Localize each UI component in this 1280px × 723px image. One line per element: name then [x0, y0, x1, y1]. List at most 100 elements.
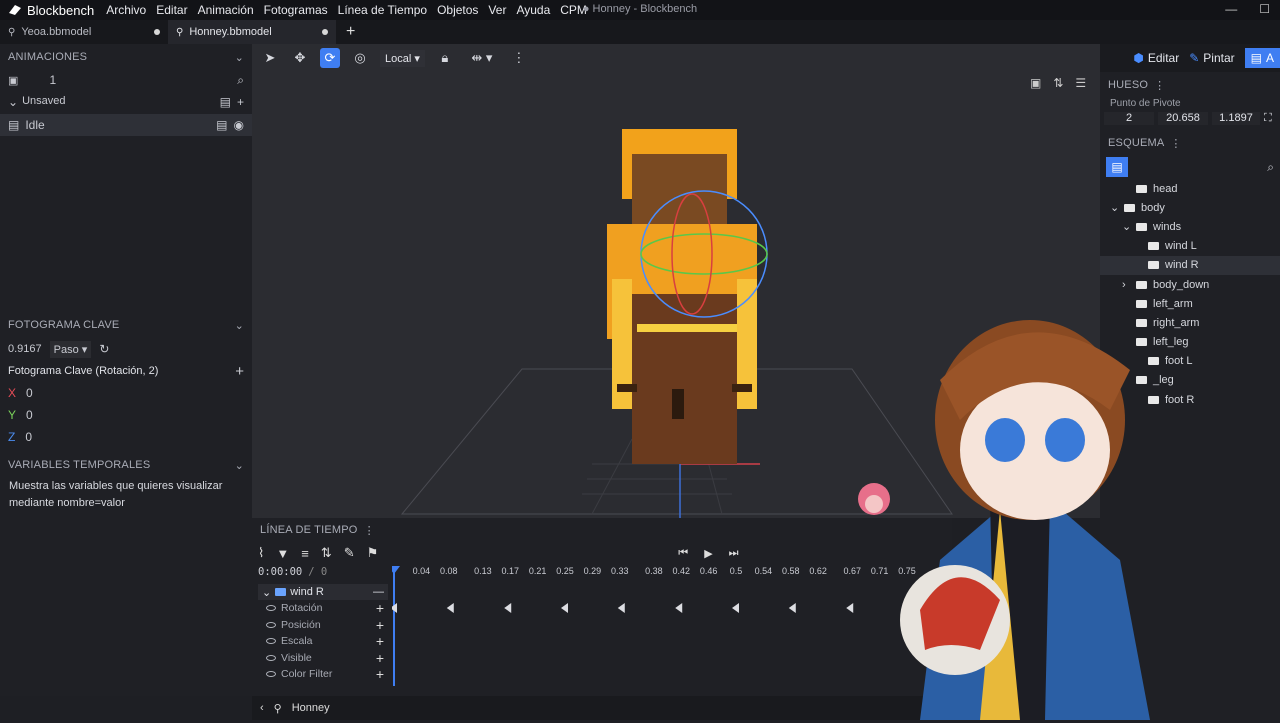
channel-row[interactable]: Escala + [258, 633, 388, 650]
eye-icon[interactable] [266, 654, 276, 661]
chevron-left-icon[interactable]: ‹ [260, 702, 264, 714]
rotation-keyframe[interactable] [732, 603, 739, 613]
more-icon[interactable]: ⋮ [1154, 79, 1165, 92]
chevron-down-icon[interactable]: ⌄ [235, 319, 244, 332]
add-group-icon[interactable]: ▤ [1106, 157, 1128, 177]
unsaved-dot-icon[interactable] [322, 29, 328, 35]
chevron-icon[interactable]: ⌄ [1110, 201, 1119, 214]
sort-icon[interactable]: ⇅ [321, 545, 332, 561]
eye-icon[interactable] [266, 605, 276, 612]
rotation-keyframe[interactable] [675, 603, 683, 613]
plus-icon[interactable]: + [235, 363, 244, 380]
keyframe-time[interactable]: 0.9167 [8, 343, 42, 355]
skip-forward-icon[interactable]: ⏭ [729, 547, 739, 560]
timeline-track[interactable]: 0.04 0.08 0.13 0.17 0.21 0.25 0.29 0.33 0.38 0.42… [392, 562, 952, 696]
reset-icon[interactable]: ↻ [99, 342, 109, 356]
tab-yeoa[interactable]: ⚲ Yeoa.bbmodel [0, 20, 168, 44]
pivot-x[interactable]: 2 [1104, 112, 1154, 125]
outliner-item-head[interactable]: head [1100, 179, 1280, 198]
menu-icon[interactable]: ☰ [1075, 76, 1086, 90]
graph-icon[interactable]: ⌇ [258, 545, 264, 561]
outliner-item-winds[interactable]: ⌄ winds [1100, 217, 1280, 236]
channel-row[interactable]: Visible + [258, 650, 388, 667]
search-icon[interactable]: ⌕ [237, 73, 244, 88]
tab-honney[interactable]: ⚲ Honney.bbmodel [168, 20, 336, 44]
plus-icon[interactable]: + [237, 95, 244, 109]
eye-icon[interactable] [266, 621, 276, 628]
pencil-icon[interactable]: ✎ [344, 545, 355, 561]
save-icon[interactable]: ▤ [220, 95, 231, 109]
mirror-icon[interactable]: ⇹ ▾ [465, 48, 499, 68]
new-tab-plus-icon[interactable]: + [346, 23, 355, 41]
channel-row[interactable]: Posición + [258, 617, 388, 634]
rotation-keyframe[interactable] [846, 603, 854, 613]
flag-icon[interactable]: ⚑ [367, 545, 379, 561]
mode-edit[interactable]: ⬢ Editar [1133, 51, 1179, 65]
pivot-icon[interactable]: ◎ [350, 48, 370, 68]
mode-animate[interactable]: ▤ A [1244, 48, 1280, 68]
search-icon[interactable]: ⌕ [1267, 160, 1274, 175]
eye-icon[interactable] [266, 638, 276, 645]
rotation-keyframe[interactable] [788, 603, 796, 613]
animation-item-idle[interactable]: ▤ Idle ▤ ◉ [0, 114, 252, 136]
more-icon[interactable]: ⋮ [364, 524, 375, 537]
chevron-down-icon[interactable]: ⌄ [8, 95, 18, 109]
move-icon[interactable]: ✥ [290, 48, 310, 68]
more-options-icon[interactable]: ⋮ [509, 48, 529, 68]
mode-paint[interactable]: ✎ Pintar [1189, 51, 1234, 65]
list-icon[interactable]: ≡ [301, 546, 309, 561]
add-keyframe-plus-icon[interactable]: + [376, 650, 384, 666]
add-keyframe-plus-icon[interactable]: + [376, 600, 384, 616]
screenshot-icon[interactable]: ▣ [1030, 76, 1041, 90]
axis-x-value[interactable]: 0 [26, 386, 33, 400]
transform-space-select[interactable]: Local ▾ [380, 49, 425, 67]
channel-row[interactable]: Color Filter + [258, 666, 388, 683]
character-model[interactable] [607, 129, 757, 464]
sort-icon[interactable]: ⇅ [1053, 76, 1063, 90]
more-icon[interactable]: ⋮ [1170, 137, 1181, 150]
outliner-item-body[interactable]: ⌄ body [1100, 198, 1280, 217]
outliner-item-wind-l[interactable]: wind L [1100, 237, 1280, 256]
eye-icon[interactable] [266, 671, 276, 678]
add-keyframe-plus-icon[interactable]: + [376, 666, 384, 682]
rotation-keyframe[interactable] [504, 603, 512, 613]
skip-back-icon[interactable]: ⏮ [678, 547, 688, 560]
chevron-down-icon[interactable]: ⌄ [235, 459, 244, 472]
chevron-down-icon[interactable]: ⌄ [262, 586, 271, 599]
rotation-keyframe[interactable] [617, 603, 625, 613]
save-icon[interactable]: ▤ [216, 118, 227, 132]
add-keyframe-plus-icon[interactable]: + [376, 617, 384, 633]
axis-y-value[interactable]: 0 [26, 408, 33, 422]
center-icon[interactable]: ⛶ [1264, 112, 1272, 125]
channel-row[interactable]: Rotación + [258, 600, 388, 617]
add-animation-icon[interactable]: ▣ [8, 74, 18, 87]
current-time[interactable]: 0:00:00 [258, 566, 302, 578]
play-circle-icon[interactable]: ◉ [234, 118, 244, 132]
animation-group[interactable]: ⌄ Unsaved ▤ + [0, 92, 252, 112]
pointer-icon[interactable]: ➤ [260, 48, 280, 68]
timeline-bone-row[interactable]: ⌄ wind R — [258, 584, 388, 600]
rotation-keyframe[interactable] [561, 603, 568, 613]
rotation-keyframe[interactable] [446, 603, 454, 613]
minimize-icon[interactable]: — [1225, 2, 1237, 16]
current-frame: / 0 [308, 566, 328, 578]
playhead-marker[interactable] [392, 566, 400, 574]
rotation-keyframes[interactable] [392, 603, 854, 613]
collapse-icon[interactable]: — [373, 586, 384, 598]
pivot-z[interactable]: 1.1897 [1212, 112, 1260, 125]
interpolation-select[interactable]: Paso ▾ [49, 340, 92, 358]
tab-label: Honney.bbmodel [189, 26, 272, 38]
add-keyframe-plus-icon[interactable]: + [376, 633, 384, 649]
pivot-y[interactable]: 20.658 [1158, 112, 1208, 125]
chevron-icon[interactable]: › [1122, 279, 1130, 291]
outliner-item-wind-r[interactable]: wind R [1100, 255, 1280, 275]
lock-icon[interactable]: 🔒︎ [435, 48, 455, 68]
unsaved-dot-icon[interactable] [154, 29, 160, 35]
chevron-down-icon[interactable]: ⌄ [235, 51, 244, 64]
play-icon[interactable]: ▶ [704, 547, 712, 560]
filter-icon[interactable]: ▼ [276, 546, 289, 561]
axis-z-value[interactable]: 0 [25, 430, 32, 444]
maximize-icon[interactable]: ☐ [1259, 2, 1270, 16]
rotate-icon[interactable]: ⟳ [320, 48, 340, 68]
chevron-icon[interactable]: ⌄ [1122, 220, 1131, 233]
